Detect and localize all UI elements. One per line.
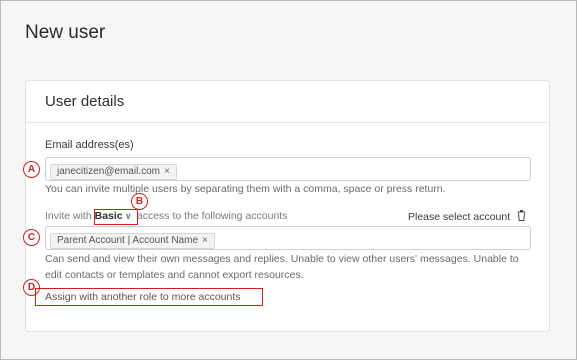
- annotation-box-b: [94, 209, 138, 225]
- account-chip: Parent Account | Account Name ×: [50, 232, 215, 249]
- accounts-field[interactable]: Parent Account | Account Name ×: [45, 226, 531, 250]
- annotation-marker-b: B: [131, 193, 148, 210]
- select-account-label: Please select account: [408, 211, 511, 223]
- email-chip-remove-icon[interactable]: ×: [164, 166, 170, 177]
- account-chip-text: Parent Account | Account Name: [57, 235, 199, 246]
- role-description: Can send and view their own messages and…: [45, 251, 519, 283]
- page-title: New user: [25, 22, 106, 43]
- annotation-marker-c: C: [23, 229, 40, 246]
- invite-prefix: Invite with: [45, 210, 92, 222]
- trash-icon[interactable]: [517, 210, 526, 221]
- card-title: User details: [45, 93, 125, 110]
- email-field[interactable]: janecitizen@email.com ×: [45, 157, 531, 181]
- invite-row: Invite with Basic ∨ access to the followi…: [45, 210, 287, 222]
- annotation-box-d: [35, 288, 263, 306]
- invite-suffix: access to the following accounts: [136, 210, 288, 222]
- email-chip-text: janecitizen@email.com: [57, 166, 160, 177]
- annotation-marker-a: A: [23, 161, 40, 178]
- role-description-line-1: Can send and view their own messages and…: [45, 253, 519, 265]
- card-header: User details: [26, 81, 549, 123]
- role-description-line-2: edit contacts or templates and cannot ex…: [45, 269, 304, 281]
- account-chip-remove-icon[interactable]: ×: [202, 235, 208, 246]
- email-label: Email address(es): [45, 139, 134, 151]
- select-account-control[interactable]: Please select account: [408, 210, 526, 223]
- email-helper-text: You can invite multiple users by separat…: [45, 183, 446, 195]
- email-chip: janecitizen@email.com ×: [50, 163, 177, 180]
